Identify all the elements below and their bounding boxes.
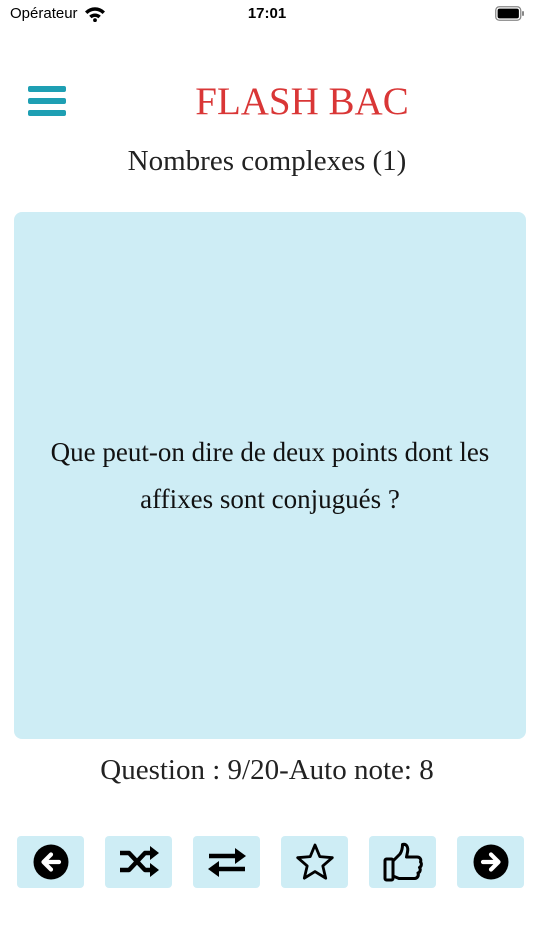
question-text: Que peut-on dire de deux points dont les… (50, 436, 490, 514)
menu-line (28, 98, 66, 104)
shuffle-icon (119, 846, 159, 877)
arrow-right-circle-icon (473, 844, 508, 880)
flip-card-button[interactable] (193, 836, 260, 888)
favorite-button[interactable] (281, 836, 348, 888)
thumbs-up-icon (383, 842, 423, 882)
question-progress: Question : 9/20-Auto note: 8 (100, 754, 434, 786)
app-title: FLASH BAC (195, 80, 409, 123)
shuffle-button[interactable] (105, 836, 172, 888)
star-icon (295, 843, 334, 880)
flash-card[interactable]: Que peut-on dire de deux points dont les… (14, 212, 526, 739)
status-bar: Opérateur 17:01 (0, 0, 534, 30)
arrow-left-circle-icon (33, 844, 68, 880)
chapter-title: Nombres complexes (1) (127, 145, 407, 177)
previous-button[interactable] (17, 836, 84, 888)
menu-line (28, 86, 66, 92)
battery-icon (495, 6, 524, 21)
status-time: 17:01 (247, 5, 287, 22)
know-it-button[interactable] (369, 836, 436, 888)
hamburger-menu-icon[interactable] (28, 84, 66, 118)
repeat-arrows-icon (207, 848, 246, 877)
menu-line (28, 110, 66, 116)
next-button[interactable] (457, 836, 524, 888)
